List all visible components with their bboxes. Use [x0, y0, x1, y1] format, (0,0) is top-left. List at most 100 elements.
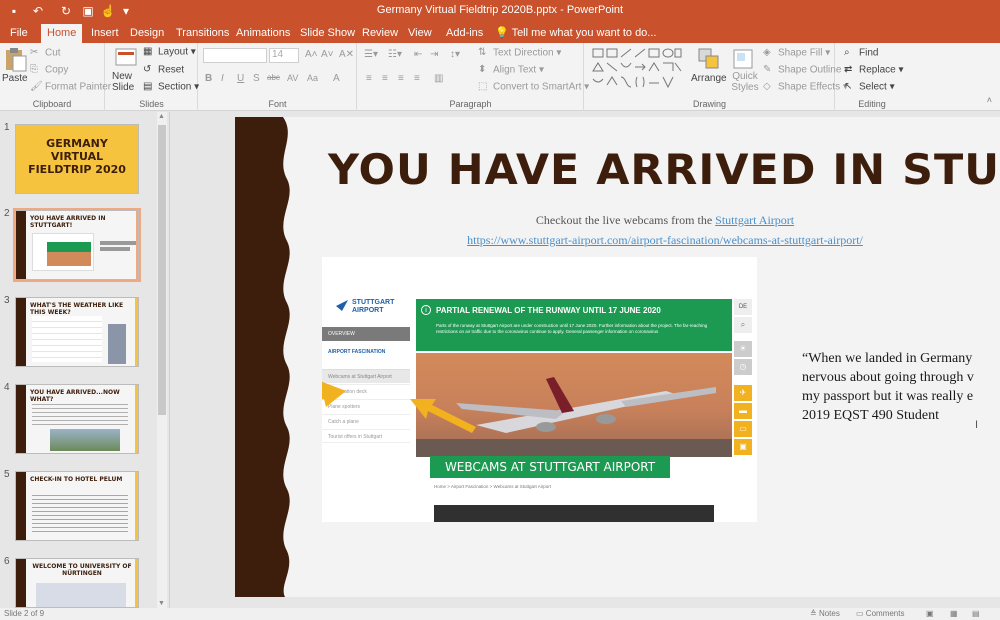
- lightbulb-icon: 💡: [495, 27, 509, 39]
- tab-view[interactable]: View: [402, 24, 438, 43]
- arrange-icon[interactable]: [697, 47, 721, 73]
- font-family-box[interactable]: [203, 48, 267, 63]
- numbering-icon[interactable]: ☷▾: [388, 49, 402, 60]
- change-case-button[interactable]: Aa: [307, 73, 318, 83]
- webcam-player[interactable]: [434, 505, 714, 522]
- shadow-button[interactable]: S: [253, 73, 260, 84]
- car-icon[interactable]: ▬: [734, 403, 752, 419]
- tab-animations[interactable]: Animations: [230, 24, 296, 43]
- new-slide-icon[interactable]: [114, 46, 138, 72]
- reset-button[interactable]: ↺ Reset: [143, 64, 184, 76]
- shapes-gallery[interactable]: [591, 47, 683, 91]
- bullets-icon[interactable]: ☰▾: [364, 49, 378, 60]
- quick-styles-icon[interactable]: [731, 47, 755, 73]
- text-direction-icon: ⇅: [478, 47, 487, 58]
- tab-home[interactable]: Home: [41, 24, 83, 43]
- slide-sorter-icon[interactable]: ▦: [950, 609, 958, 618]
- flight-icon[interactable]: ✈: [734, 385, 752, 401]
- slide-thumbnail-1[interactable]: GERMANY VIRTUAL FIELDTRIP 2020: [15, 124, 139, 194]
- slide-thumbnail-3[interactable]: WHAT'S THE WEATHER LIKE THIS WEEK?: [15, 297, 139, 367]
- paste-icon[interactable]: [4, 47, 28, 73]
- line-spacing-icon[interactable]: ↕▾: [450, 49, 460, 60]
- clipboard-group: Paste ✂ Cut ⎘ Copy 🖌 Format Painter Clipboa…: [0, 43, 111, 111]
- text-direction-button[interactable]: ⇅ Text Direction ▾: [478, 47, 561, 59]
- grow-font-icon[interactable]: A˄: [305, 49, 318, 60]
- font-size-box[interactable]: 14: [269, 48, 299, 63]
- align-right-icon[interactable]: ≡: [398, 73, 404, 84]
- format-painter-button[interactable]: 🖌 Format Painter: [30, 81, 111, 93]
- webcam-url-link[interactable]: https://www.stuttgart-airport.com/airpor…: [435, 233, 895, 248]
- new-slide-button[interactable]: New Slide: [112, 71, 142, 93]
- tab-review[interactable]: Review: [356, 24, 404, 43]
- section-button[interactable]: ▤ Section ▾: [143, 81, 199, 93]
- italic-button[interactable]: I: [221, 73, 224, 84]
- columns-icon[interactable]: ▥: [434, 73, 443, 84]
- align-left-icon[interactable]: ≡: [366, 73, 372, 84]
- tab-file[interactable]: File: [4, 24, 34, 43]
- slide-thumbnail-4[interactable]: YOU HAVE ARRIVED...NOW WHAT?: [15, 384, 139, 454]
- increase-indent-icon[interactable]: ⇥: [430, 49, 438, 60]
- cut-button[interactable]: ✂ Cut: [30, 47, 61, 59]
- nav-airport-fascination[interactable]: AIRPORT FASCINATION: [322, 345, 410, 359]
- pen-icon: ✎: [763, 64, 772, 75]
- layout-button[interactable]: ▦ Layout ▾: [143, 46, 196, 58]
- tab-insert[interactable]: Insert: [85, 24, 125, 43]
- weather-icon[interactable]: ☀: [734, 341, 752, 357]
- language-switch[interactable]: DE: [734, 299, 752, 315]
- align-text-button[interactable]: ⬍ Align Text ▾: [478, 64, 544, 76]
- slide-title[interactable]: YOU HAVE ARRIVED IN STUTTGART!: [328, 145, 1000, 194]
- shrink-font-icon[interactable]: A˅: [321, 49, 334, 60]
- tell-me-box[interactable]: 💡 Tell me what you want to do...: [495, 24, 656, 43]
- arrange-button[interactable]: Arrange: [691, 73, 727, 84]
- align-center-icon[interactable]: ≡: [382, 73, 388, 84]
- select-button[interactable]: ↖ Select ▾: [844, 81, 895, 93]
- shop-icon[interactable]: ▣: [734, 439, 752, 455]
- website-breadcrumb[interactable]: Home > Airport Fascination > Webcams at …: [434, 484, 551, 489]
- convert-smartart-button[interactable]: ⬚ Convert to SmartArt ▾: [478, 81, 589, 93]
- tab-add-ins[interactable]: Add-ins: [440, 24, 489, 43]
- underline-button[interactable]: U: [237, 73, 244, 84]
- comments-button[interactable]: ▭ Comments: [856, 609, 904, 618]
- clock-icon[interactable]: ◷: [734, 359, 752, 375]
- nav-tourist-offers[interactable]: Tourist offers in Stuttgart: [322, 429, 410, 443]
- tell-me-text: Tell me what you want to do...: [511, 27, 657, 39]
- tab-transitions[interactable]: Transitions: [170, 24, 235, 43]
- copy-button[interactable]: ⎘ Copy: [30, 64, 68, 76]
- checkout-text[interactable]: Checkout the live webcams from the Stutt…: [435, 213, 895, 228]
- parking-icon[interactable]: ▭: [734, 421, 752, 437]
- notes-button[interactable]: ≙ Notes: [810, 609, 840, 618]
- strikethrough-button[interactable]: abc: [267, 73, 280, 82]
- collapse-ribbon-icon[interactable]: ˄: [987, 95, 992, 105]
- tab-design[interactable]: Design: [124, 24, 170, 43]
- stuttgart-airport-link[interactable]: Stuttgart Airport: [715, 213, 794, 227]
- reading-view-icon[interactable]: ▤: [972, 609, 980, 618]
- scroll-down-icon[interactable]: ▼: [158, 600, 165, 607]
- slide-thumbnail-6[interactable]: WELCOME TO UNIVERSITY OF NÜRTINGEN: [15, 558, 139, 608]
- quick-styles-button[interactable]: Quick Styles: [729, 71, 761, 93]
- thumb-title: CHECK-IN TO HOTEL PELUM: [30, 476, 123, 483]
- nav-overview[interactable]: OVERVIEW: [322, 327, 410, 341]
- copy-icon: ⎘: [30, 64, 38, 75]
- clear-format-icon[interactable]: A✕: [339, 49, 354, 60]
- justify-icon[interactable]: ≡: [414, 73, 420, 84]
- char-spacing-button[interactable]: AV: [287, 73, 298, 83]
- slide-thumbnail-5[interactable]: CHECK-IN TO HOTEL PELUM: [15, 471, 139, 541]
- slide-number: 1: [4, 122, 10, 133]
- scroll-up-icon[interactable]: ▲: [158, 113, 165, 120]
- find-button[interactable]: ⌕ Find: [844, 47, 878, 59]
- slide-canvas[interactable]: YOU HAVE ARRIVED IN STUTTGART! Checkout …: [235, 117, 1000, 597]
- normal-view-icon[interactable]: ▣: [926, 609, 934, 618]
- shape-fill-button[interactable]: ◈ Shape Fill ▾: [763, 47, 830, 59]
- paste-button[interactable]: Paste: [2, 73, 28, 84]
- bold-button[interactable]: B: [205, 73, 212, 84]
- airport-website-screenshot[interactable]: STUTTGART AIRPORT OVERVIEW AIRPORT FASCIN…: [322, 257, 757, 522]
- student-quote[interactable]: “When we landed in Germany nervous about…: [802, 349, 1000, 425]
- decrease-indent-icon[interactable]: ⇤: [414, 49, 422, 60]
- paragraph-label: Paragraph: [449, 99, 492, 109]
- replace-button[interactable]: ⇄ Replace ▾: [844, 64, 904, 76]
- font-color-button[interactable]: A: [333, 73, 340, 84]
- slide-thumbnail-2[interactable]: YOU HAVE ARRIVED IN STUTTGART!: [13, 208, 141, 282]
- tab-slide-show[interactable]: Slide Show: [294, 24, 361, 43]
- search-icon[interactable]: ⌕: [734, 317, 752, 333]
- scrollbar-thumb[interactable]: [158, 125, 166, 415]
